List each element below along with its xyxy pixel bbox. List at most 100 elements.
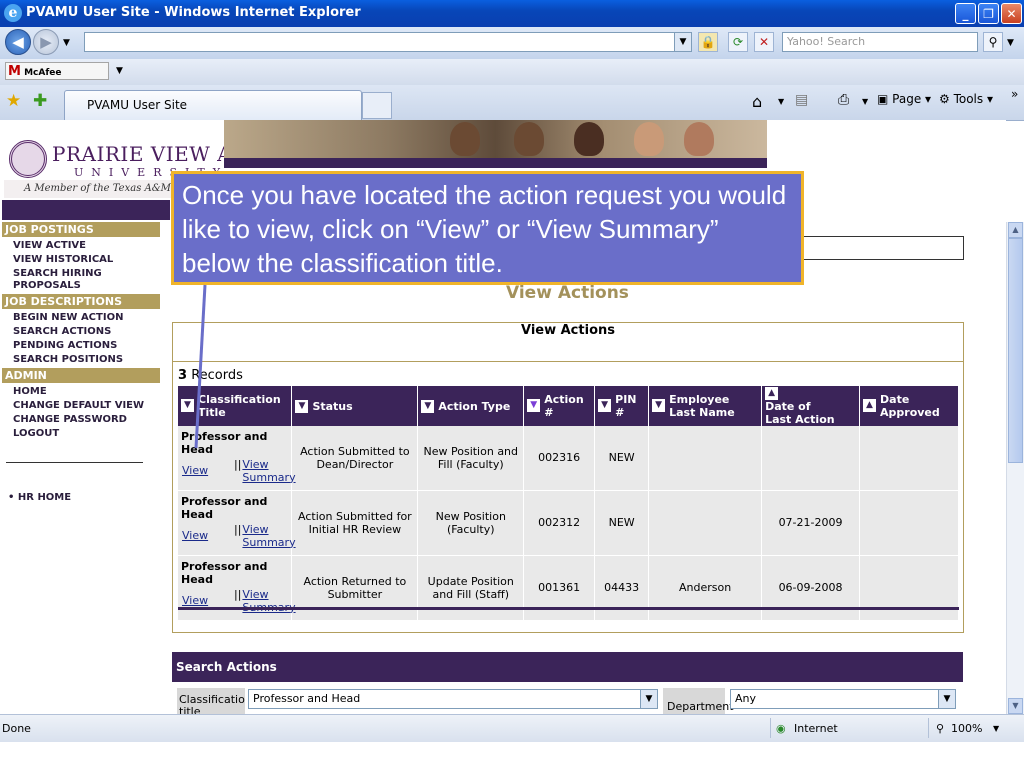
mcafee-siteadvisor-button[interactable]: M McAfee SiteAdvisor <box>5 62 109 96</box>
sort-desc-icon[interactable]: ▼ <box>421 399 435 413</box>
nav-item-logout[interactable]: LOGOUT <box>2 427 160 441</box>
history-dropdown-icon[interactable]: ▼ <box>63 38 70 48</box>
department-label: Department <box>663 688 734 714</box>
refresh-icon[interactable]: ⟳ <box>728 32 748 52</box>
nav-item-search-positions[interactable]: SEARCH POSITIONS <box>2 353 160 367</box>
nav-item-view-historical[interactable]: VIEW HISTORICAL <box>2 253 160 267</box>
feeds-icon[interactable]: ▤ <box>795 92 808 108</box>
sort-desc-icon[interactable]: ▼ <box>598 399 612 413</box>
bullet-icon: • <box>8 492 15 503</box>
actions-table: ▼ Classification Title ▼ Status ▼ Action Ty… <box>178 386 959 621</box>
nav-item-search-actions[interactable]: SEARCH ACTIONS <box>2 325 160 339</box>
more-commands-icon[interactable]: » <box>1011 87 1018 101</box>
nav-header-admin: ADMIN <box>2 368 160 383</box>
home-icon[interactable]: ⌂ <box>752 92 762 111</box>
cell-pin: NEW <box>594 490 650 556</box>
cell-classification-title: Professor and Head View ||View Summary <box>178 425 296 491</box>
nav-item-change-default-view[interactable]: CHANGE DEFAULT VIEW <box>2 399 160 413</box>
classification-title-text: Professor and Head <box>181 494 268 521</box>
nav-item-home[interactable]: HOME <box>2 385 160 399</box>
classification-title-select[interactable]: Professor and Head ▼ <box>248 689 658 709</box>
link-separator: || <box>234 587 242 601</box>
instruction-callout: Once you have located the action request… <box>171 171 804 285</box>
vertical-scrollbar[interactable]: ▲ ▼ <box>1006 222 1024 714</box>
lock-icon[interactable]: 🔒 <box>698 32 718 52</box>
nav-item-change-password[interactable]: CHANGE PASSWORD <box>2 413 160 427</box>
scroll-up-icon[interactable]: ▲ <box>1008 222 1023 238</box>
scrollbar-thumb[interactable] <box>1008 238 1023 463</box>
ie-icon: e <box>4 4 22 22</box>
status-divider <box>928 718 929 738</box>
view-link[interactable]: View <box>182 464 208 477</box>
column-header-status[interactable]: ▼ Status <box>291 386 419 426</box>
scroll-down-icon[interactable]: ▼ <box>1008 698 1023 714</box>
sort-desc-icon[interactable]: ▼ <box>652 399 666 413</box>
cell-action-type: New Position and Fill (Faculty) <box>417 425 525 491</box>
print-icon[interactable]: ⎙ <box>838 92 849 108</box>
forward-button[interactable]: ▶ <box>33 29 59 55</box>
window-title-bar: e PVAMU User Site - Windows Internet Exp… <box>0 0 1024 27</box>
column-header-pin-number[interactable]: ▼ PIN # <box>594 386 650 426</box>
new-tab-button[interactable] <box>362 92 392 119</box>
sort-desc-icon[interactable]: ▼ <box>181 399 194 413</box>
favorites-star-icon[interactable]: ★ <box>6 91 21 111</box>
view-summary-link[interactable]: View Summary <box>242 458 295 484</box>
sort-desc-icon[interactable]: ▼ <box>295 399 309 413</box>
nav-item-begin-new-action[interactable]: BEGIN NEW ACTION <box>2 311 160 325</box>
search-options-icon[interactable]: ▼ <box>1007 38 1014 48</box>
column-header-date-of-last-action[interactable]: ▲Date of Last Action <box>761 386 861 426</box>
page-menu[interactable]: ▣ Page ▾ <box>877 92 931 106</box>
view-link[interactable]: View <box>182 594 208 607</box>
cell-status: Action Submitted to Dean/Director <box>291 425 419 491</box>
person-photo-icon <box>450 122 480 156</box>
sort-desc-icon[interactable]: ▼ <box>527 399 541 413</box>
zoom-icon[interactable]: ⚲ <box>936 722 944 735</box>
nav-item-view-active[interactable]: VIEW ACTIVE <box>2 239 160 253</box>
view-link[interactable]: View <box>182 529 208 542</box>
cell-employee-last-name <box>648 490 763 556</box>
window-title: PVAMU User Site - Windows Internet Explo… <box>26 5 361 20</box>
cell-classification-title: Professor and Head View ||View Summary <box>178 555 296 621</box>
internet-globe-icon: ◉ <box>776 722 786 735</box>
hr-home-link[interactable]: • HR HOME <box>8 492 71 503</box>
back-button[interactable]: ◀ <box>5 29 31 55</box>
sort-asc-icon[interactable]: ▲ <box>863 399 877 413</box>
search-icon[interactable]: ⚲ <box>983 32 1003 52</box>
link-separator: || <box>234 522 242 536</box>
address-toolbar: ◀ ▶ ▼ ▼ 🔒 ⟳ ✕ Yahoo! Search ⚲ ▼ <box>0 27 1024 59</box>
zoom-level[interactable]: 100% <box>951 722 982 735</box>
close-button[interactable]: ✕ <box>1001 3 1022 24</box>
table-row: Professor and Head View ||View Summary A… <box>178 490 959 556</box>
mcafee-dropdown-icon[interactable]: ▼ <box>116 66 123 76</box>
maximize-button[interactable]: ❐ <box>978 3 999 24</box>
column-header-date-approved[interactable]: ▲ Date Approved <box>859 386 959 426</box>
department-select[interactable]: Any ▼ <box>730 689 956 709</box>
nav-header-job-descriptions: JOB DESCRIPTIONS <box>2 294 160 309</box>
view-actions-panel: View Actions 3 Records ▼ Classification T… <box>172 322 964 633</box>
home-dropdown-icon[interactable]: ▼ <box>778 97 784 106</box>
tab-pvamu-user-site[interactable]: PVAMU User Site <box>64 90 362 120</box>
classification-title-text: Professor and Head <box>181 429 268 456</box>
sort-asc-icon[interactable]: ▲ <box>765 386 779 400</box>
zoom-dropdown-icon[interactable]: ▼ <box>993 724 999 733</box>
minimize-button[interactable]: _ <box>955 3 976 24</box>
search-input[interactable]: Yahoo! Search <box>782 32 978 52</box>
status-divider <box>770 718 771 738</box>
column-header-action-number[interactable]: ▼ Action # <box>523 386 596 426</box>
banner-bar <box>224 158 767 168</box>
column-header-action-type[interactable]: ▼ Action Type <box>417 386 525 426</box>
nav-item-search-hiring-proposals[interactable]: SEARCH HIRING PROPOSALS <box>2 267 113 293</box>
stop-icon[interactable]: ✕ <box>754 32 774 52</box>
view-summary-link[interactable]: View Summary <box>242 523 295 549</box>
add-favorites-icon[interactable]: ✚ <box>33 91 47 111</box>
cell-date-of-last-action <box>761 425 861 491</box>
address-dropdown-icon[interactable]: ▼ <box>674 33 691 51</box>
print-dropdown-icon[interactable]: ▼ <box>862 97 868 106</box>
chevron-down-icon[interactable]: ▼ <box>640 690 657 708</box>
nav-item-pending-actions[interactable]: PENDING ACTIONS <box>2 339 160 353</box>
column-header-classification-title[interactable]: ▼ Classification Title <box>178 386 293 426</box>
chevron-down-icon[interactable]: ▼ <box>938 690 955 708</box>
address-input[interactable]: ▼ <box>84 32 692 52</box>
tools-menu[interactable]: ⚙ Tools ▾ <box>939 92 993 106</box>
column-header-employee-last-name[interactable]: ▼ Employee Last Name <box>648 386 763 426</box>
